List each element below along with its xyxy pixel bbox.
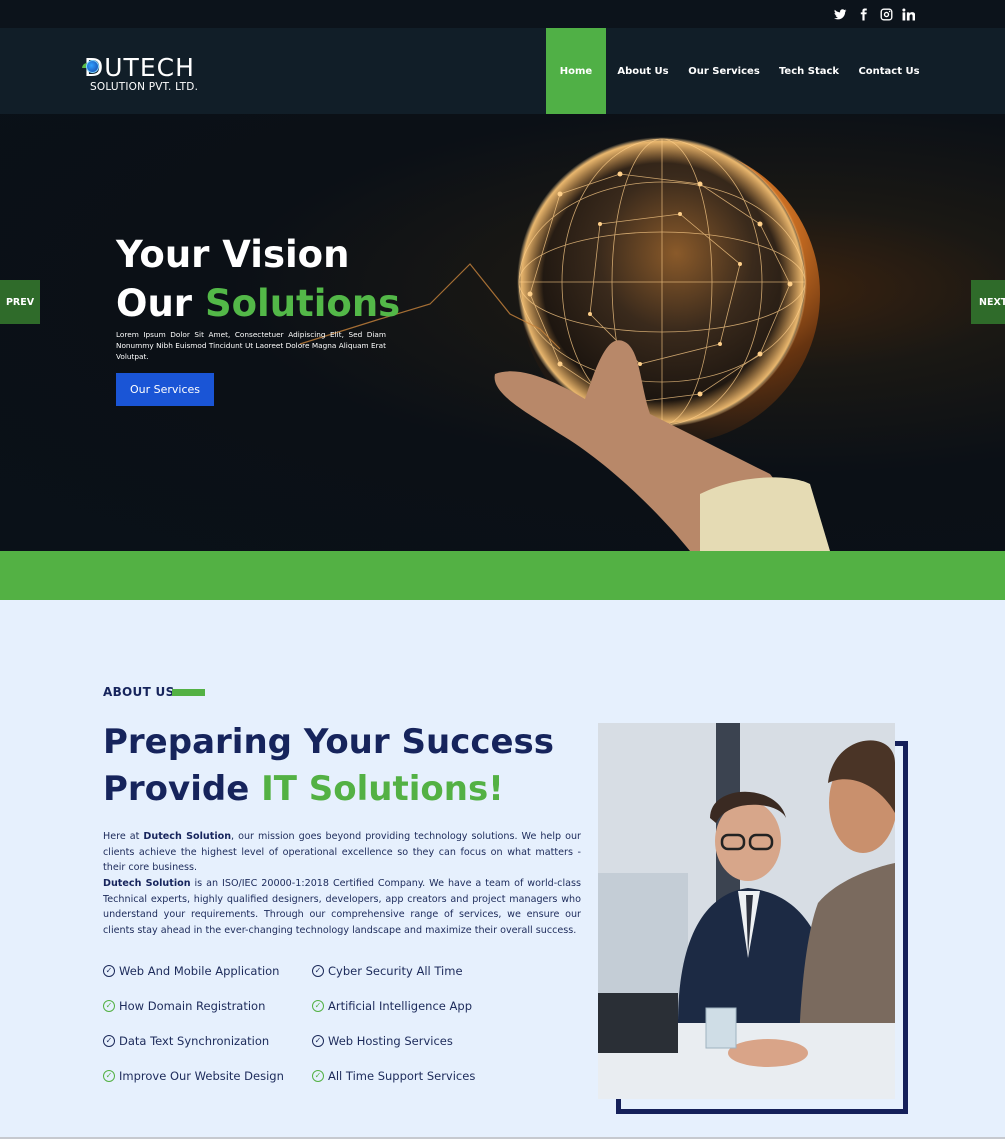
check-circle-icon: ✓ <box>103 1000 115 1012</box>
linkedin-icon[interactable] <box>900 6 916 22</box>
feature-label: Improve Our Website Design <box>119 1069 284 1083</box>
about-title-accent: IT Solutions! <box>261 769 504 809</box>
feature-item: ✓ Data Text Synchronization <box>103 1034 269 1048</box>
about-p1-company: Dutech Solution <box>143 831 232 842</box>
facebook-icon[interactable] <box>855 6 871 22</box>
business-meeting-illustration <box>598 723 895 1099</box>
instagram-icon[interactable] <box>878 6 894 22</box>
site-header: DUTECH SOLUTION PVT. LTD. Home About Us … <box>0 28 1005 114</box>
hero-slider: Your Vision Our Solutions Lorem Ipsum Do… <box>0 114 1005 551</box>
feature-item: ✓ Web And Mobile Application <box>103 964 279 978</box>
photo-frame-border-left <box>616 1098 621 1114</box>
check-circle-icon: ✓ <box>312 965 324 977</box>
about-paragraph-2: Dutech Solution is an ISO/IEC 20000-1:20… <box>103 876 581 938</box>
top-bar <box>0 0 1005 28</box>
feature-label: Web And Mobile Application <box>119 964 280 978</box>
check-circle-icon: ✓ <box>312 1035 324 1047</box>
feature-label: All Time Support Services <box>328 1069 476 1083</box>
about-label-accent-bar <box>172 689 205 696</box>
nav-home[interactable]: Home <box>546 28 606 114</box>
green-divider-band <box>0 551 1005 600</box>
hero-title-accent: Solutions <box>204 282 401 325</box>
nav-our-services[interactable]: Our Services <box>688 28 760 114</box>
nav-contact-us[interactable]: Contact Us <box>858 28 920 114</box>
about-section-label: ABOUT US <box>103 685 175 699</box>
hero-title-prefix: Our <box>116 282 205 325</box>
about-p1-intro: Here at <box>103 831 144 842</box>
check-circle-icon: ✓ <box>103 1035 115 1047</box>
check-circle-icon: ✓ <box>103 965 115 977</box>
about-p2-company: Dutech Solution <box>103 878 191 889</box>
prev-slide-button[interactable]: PREV <box>0 280 40 324</box>
business-meeting-photo <box>598 723 895 1099</box>
hero-description: Lorem Ipsum Dolor Sit Amet, Consectetuer… <box>116 330 386 361</box>
feature-item: ✓ How Domain Registration <box>103 999 265 1013</box>
about-paragraph-1: Here at Dutech Solution, our mission goe… <box>103 829 581 876</box>
hero-title-line1: Your Vision <box>116 233 350 276</box>
logo-subtitle: SOLUTION PVT. LTD. <box>90 81 199 93</box>
feature-item: ✓ Web Hosting Services <box>312 1034 453 1048</box>
feature-item: ✓ Improve Our Website Design <box>103 1069 284 1083</box>
nav-tech-stack[interactable]: Tech Stack <box>778 28 840 114</box>
our-services-button[interactable]: Our Services <box>116 373 214 406</box>
feature-label: Cyber Security All Time <box>328 964 463 978</box>
about-title-line1: Preparing Your Success <box>103 722 555 762</box>
feature-label: How Domain Registration <box>119 999 266 1013</box>
about-title-line2: Provide IT Solutions! <box>103 768 504 810</box>
feature-label: Web Hosting Services <box>328 1034 453 1048</box>
check-circle-icon: ✓ <box>103 1070 115 1082</box>
twitter-icon[interactable] <box>832 6 848 22</box>
feature-label: Artificial Intelligence App <box>328 999 472 1013</box>
nav-about-us[interactable]: About Us <box>614 28 672 114</box>
feature-item: ✓ All Time Support Services <box>312 1069 475 1083</box>
about-title-prefix: Provide <box>103 769 262 809</box>
next-slide-button[interactable]: NEXT <box>971 280 1005 324</box>
hero-title-line2: Our Solutions <box>116 282 400 326</box>
feature-label: Data Text Synchronization <box>119 1034 270 1048</box>
company-logo[interactable]: DUTECH SOLUTION PVT. LTD. <box>82 53 214 94</box>
check-circle-icon: ✓ <box>312 1000 324 1012</box>
check-circle-icon: ✓ <box>312 1070 324 1082</box>
photo-frame-border-top <box>894 741 908 746</box>
logo-wordmark: DUTECH <box>84 53 195 82</box>
logo-globe-icon <box>86 60 99 73</box>
feature-item: ✓ Artificial Intelligence App <box>312 999 472 1013</box>
feature-item: ✓ Cyber Security All Time <box>312 964 463 978</box>
